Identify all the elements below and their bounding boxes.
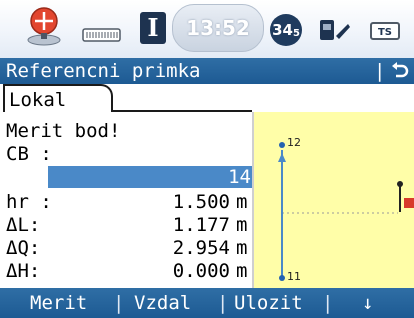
dl-value: 1.177 (172, 214, 230, 236)
undo-arrow-icon[interactable] (388, 61, 410, 81)
tab-lokal-label: Lokal (9, 89, 67, 111)
softkey-bar: Merit | Vzdal | Ulozit | ↓ (0, 288, 414, 318)
cb-input[interactable]: 14 (48, 166, 254, 188)
dh-unit: m (236, 260, 248, 282)
dq-value: 2.954 (172, 237, 230, 259)
dh-label: ΔH: (6, 260, 41, 282)
dh-value: 0.000 (172, 260, 230, 282)
tab-rule (111, 110, 252, 112)
page-title: Referencni primka (6, 60, 201, 82)
reference-line-graphic[interactable]: 12 11 (254, 112, 414, 288)
softkey-sep-2: | (217, 292, 229, 314)
dl-label: ΔL: (6, 214, 41, 236)
channel-sub: 5 (292, 27, 300, 39)
dq-label: ΔQ: (6, 237, 41, 259)
dl-unit: m (236, 214, 248, 236)
target-prism-icon (397, 181, 414, 212)
input-mode-icon[interactable]: I (140, 12, 166, 44)
softkey-sep-3: | (322, 292, 334, 314)
hr-label: hr : (6, 191, 52, 213)
point-11-marker (279, 275, 285, 281)
reference-arrow-icon (278, 153, 286, 162)
input-mode-letter: I (147, 13, 159, 42)
ts-mode-icon[interactable]: TS (370, 22, 400, 40)
instruction-text: Merit bod! (6, 120, 121, 142)
point-12-marker (279, 142, 285, 148)
status-bar: I 13:52 34 5 TS (0, 0, 414, 58)
clock: 13:52 (172, 4, 264, 52)
title-bar: Referencni primka | (0, 58, 414, 84)
cb-value: 14 (228, 166, 251, 188)
ruler-gauge-icon[interactable] (82, 26, 122, 44)
ulozit-button[interactable]: Ulozit (234, 288, 303, 318)
ts-label: TS (377, 27, 393, 38)
title-divider: | (374, 60, 386, 82)
dq-unit: m (236, 237, 248, 259)
channel-number: 34 (272, 21, 293, 39)
hr-value[interactable]: 1.500 (120, 191, 230, 213)
point-12-label: 12 (287, 136, 301, 149)
satellite-icon[interactable] (26, 6, 62, 46)
cb-label: CB : (6, 143, 52, 165)
down-arrow-button[interactable]: ↓ (362, 288, 373, 318)
vzdal-button[interactable]: Vzdal (134, 288, 191, 318)
clock-time: 13:52 (186, 16, 250, 40)
point-11-label: 11 (287, 270, 301, 283)
hr-unit: m (236, 191, 248, 213)
merit-button[interactable]: Merit (30, 288, 87, 318)
tab-lokal[interactable]: Lokal (3, 84, 113, 112)
softkey-sep-1: | (113, 292, 125, 314)
instrument-icon[interactable] (318, 16, 352, 44)
channel-badge[interactable]: 34 5 (270, 14, 302, 46)
